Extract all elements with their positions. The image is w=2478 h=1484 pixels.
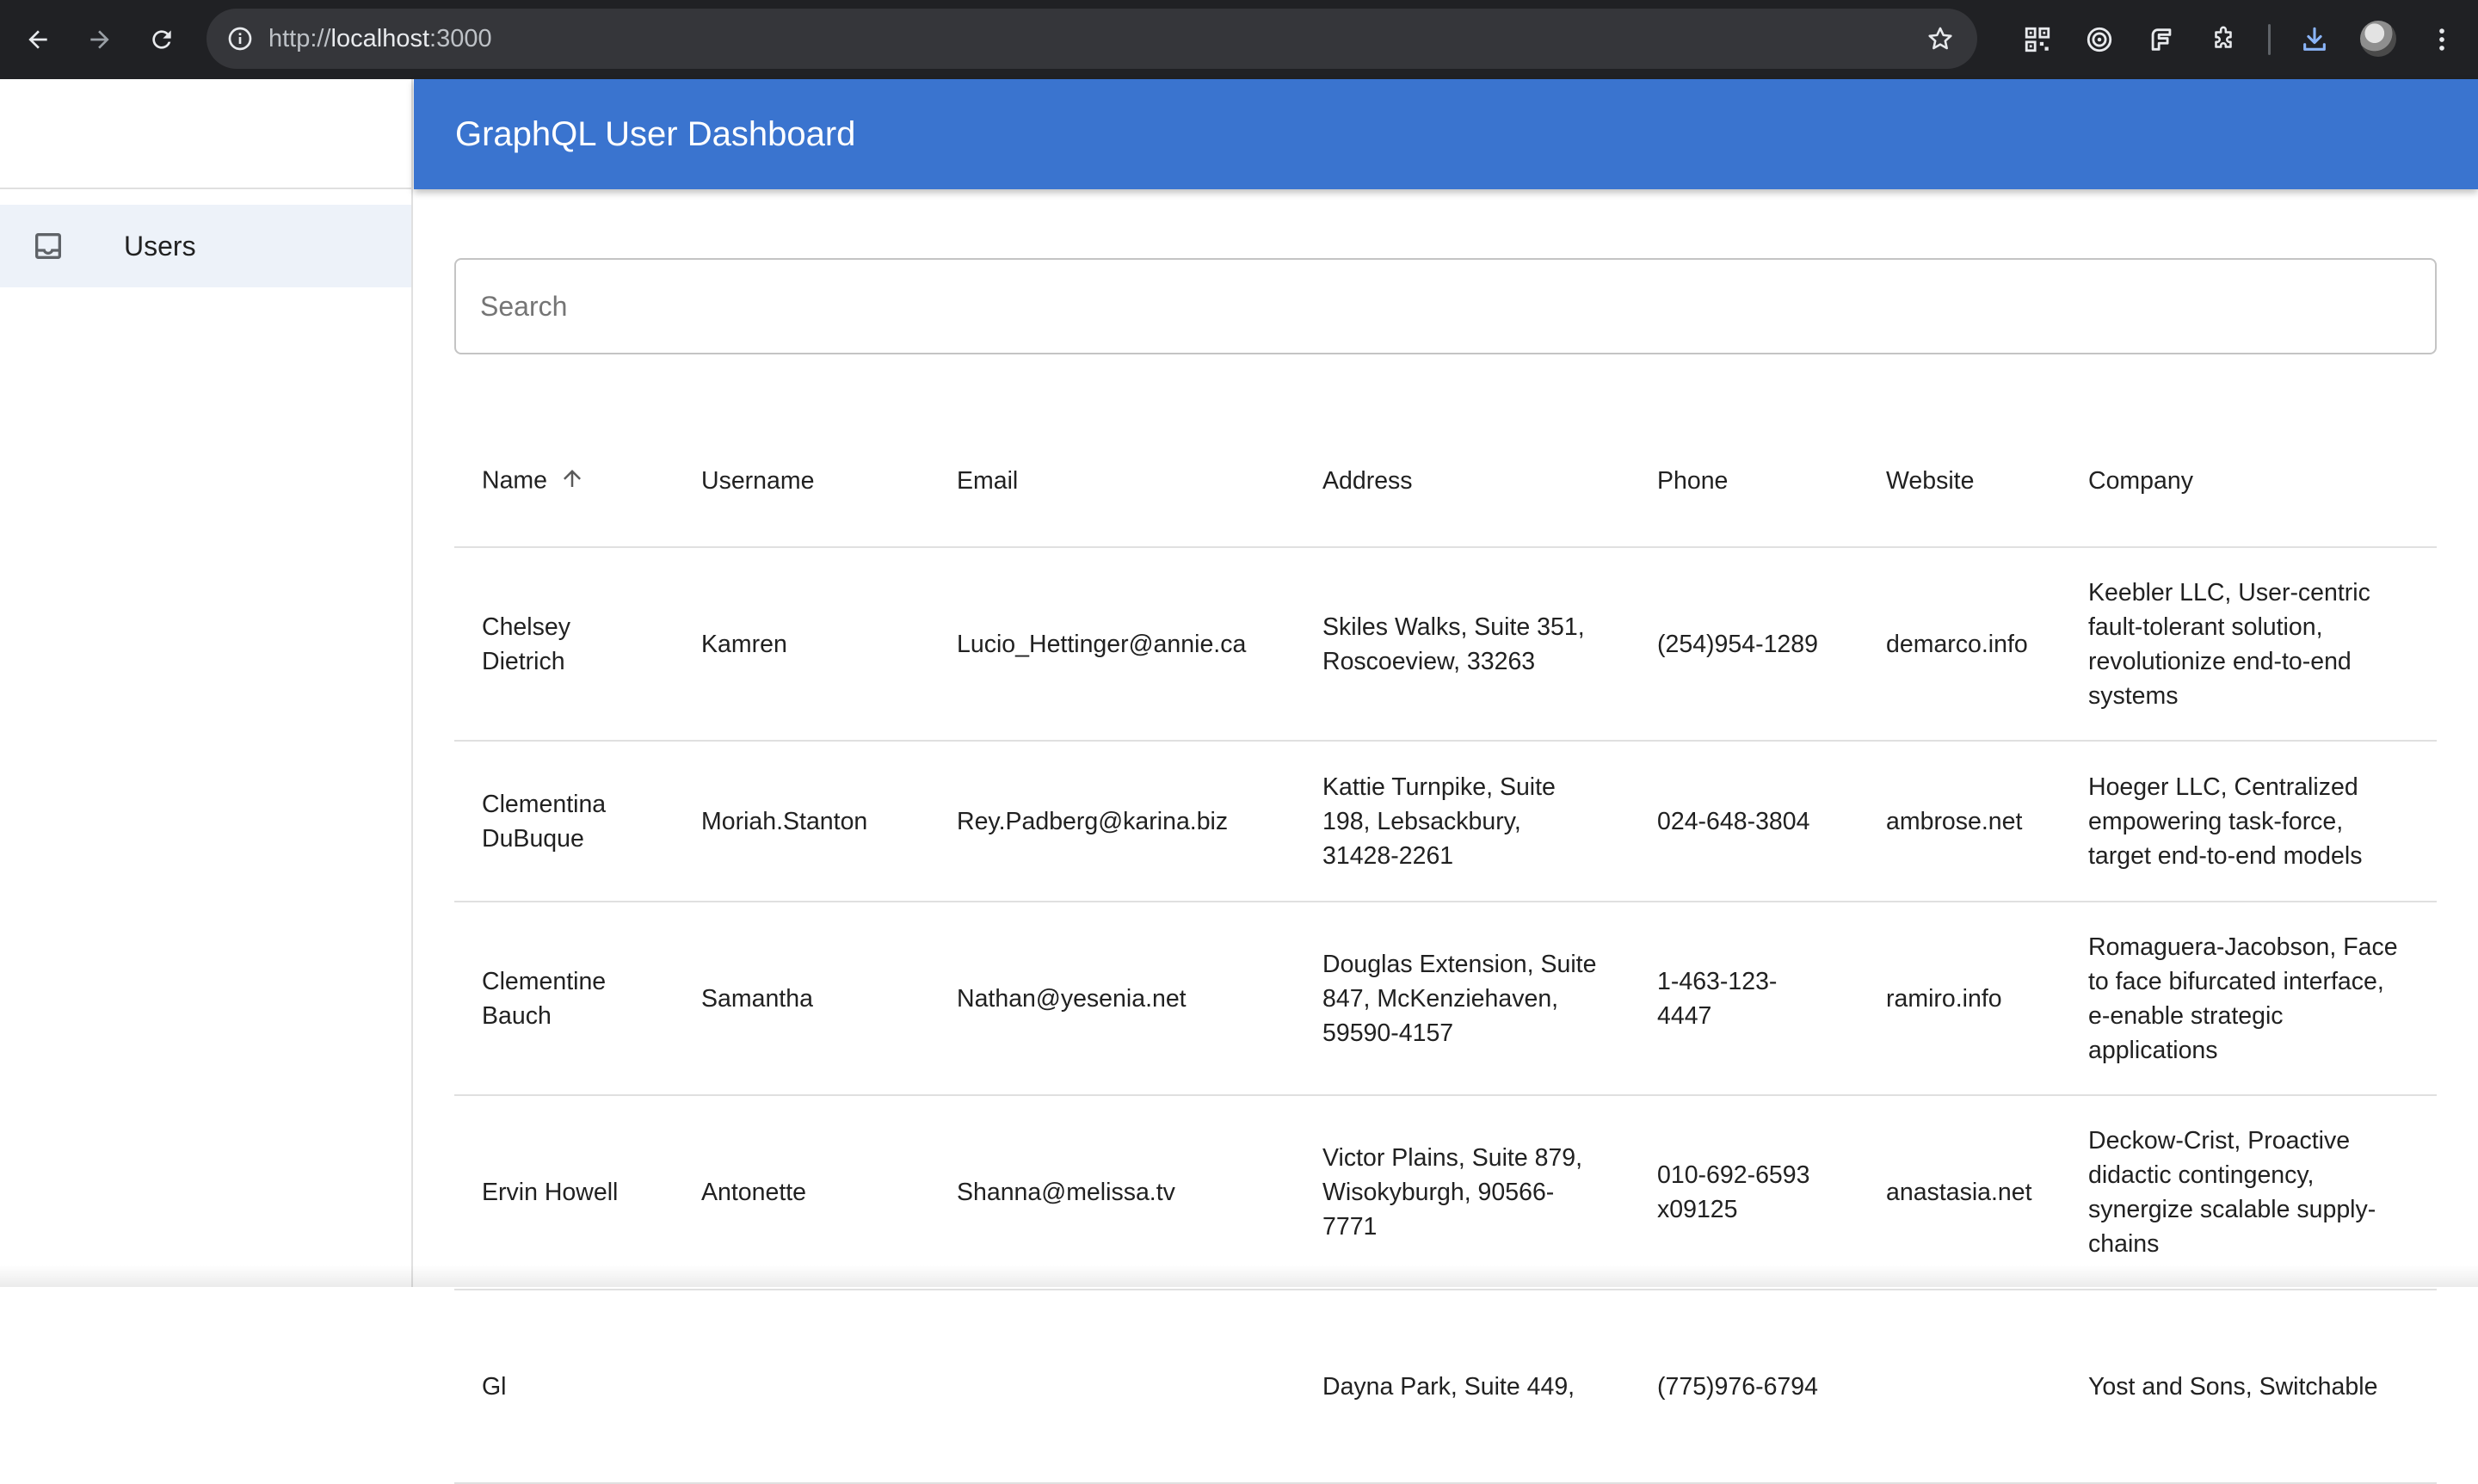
f-extension-icon[interactable]: [2141, 19, 2182, 60]
cell-company: Romaguera-Jacobson, Face to face bifurca…: [2061, 902, 2437, 1096]
url-text: http://localhost:3000: [268, 9, 492, 69]
table-row: Clementine Bauch Samantha Nathan@yesenia…: [454, 902, 2437, 1096]
cell-website: ramiro.info: [1858, 902, 2061, 1096]
cell-name: Ervin Howell: [454, 1095, 674, 1290]
table-row: Gl Dayna Park, Suite 449, (775)976-6794 …: [454, 1290, 2437, 1484]
cell-phone: 1-463-123-4447: [1630, 902, 1858, 1096]
sidebar-header: [0, 79, 411, 189]
users-table-container: Name Username Email Address Phone Websit…: [454, 416, 2437, 1484]
search-input[interactable]: [456, 260, 2435, 353]
table-row: Clementina DuBuque Moriah.Stanton Rey.Pa…: [454, 741, 2437, 902]
cell-name: Gl: [454, 1290, 674, 1484]
sort-arrow-up-icon[interactable]: [559, 465, 585, 498]
site-info-icon[interactable]: [220, 19, 260, 58]
url-port: :3000: [429, 25, 492, 52]
download-icon[interactable]: [2294, 19, 2335, 60]
cell-website: demarco.info: [1858, 547, 2061, 742]
profile-avatar[interactable]: [2360, 21, 2396, 57]
forward-button[interactable]: [77, 17, 122, 62]
cell-website: ambrose.net: [1858, 741, 2061, 902]
column-header-phone[interactable]: Phone: [1630, 416, 1858, 548]
sidebar-item-users[interactable]: Users: [0, 205, 411, 287]
page: Users GraphQL User Dashboard Name Userna…: [0, 79, 2478, 1484]
cell-name: Clementina DuBuque: [454, 741, 674, 902]
cell-address: Kattie Turnpike, Suite 198, Lebsackbury,…: [1295, 741, 1630, 902]
cell-phone: 024-648-3804: [1630, 741, 1858, 902]
cell-email: Nathan@yesenia.net: [929, 902, 1295, 1096]
inbox-icon: [31, 229, 65, 263]
browser-toolbar: http://localhost:3000: [0, 0, 2478, 79]
sidebar-item-label: Users: [124, 230, 196, 262]
column-header-email[interactable]: Email: [929, 416, 1295, 548]
column-header-website[interactable]: Website: [1858, 416, 2061, 548]
forward-arrow-icon: [90, 30, 109, 49]
cell-website: [1858, 1290, 2061, 1484]
cell-address: Dayna Park, Suite 449,: [1295, 1290, 1630, 1484]
puzzle-extensions-icon[interactable]: [2203, 19, 2244, 60]
cell-username: [674, 1290, 929, 1484]
back-button[interactable]: [15, 17, 60, 62]
cell-name: Chelsey Dietrich: [454, 547, 674, 742]
cell-username: Antonette: [674, 1095, 929, 1290]
cell-email: Lucio_Hettinger@annie.ca: [929, 547, 1295, 742]
cell-email: Rey.Padberg@karina.biz: [929, 741, 1295, 902]
qr-code-icon[interactable]: [2017, 19, 2058, 60]
cell-name: Clementine Bauch: [454, 902, 674, 1096]
cell-email: Shanna@melissa.tv: [929, 1095, 1295, 1290]
users-table: Name Username Email Address Phone Websit…: [454, 416, 2437, 1484]
url-scheme: http://: [268, 25, 331, 52]
cell-address: Victor Plains, Suite 879, Wisokyburgh, 9…: [1295, 1095, 1630, 1290]
page-title: GraphQL User Dashboard: [455, 115, 856, 153]
column-header-username[interactable]: Username: [674, 416, 929, 548]
table-row: Ervin Howell Antonette Shanna@melissa.tv…: [454, 1095, 2437, 1290]
target-extension-icon[interactable]: [2079, 19, 2120, 60]
column-header-company[interactable]: Company: [2061, 416, 2437, 548]
app-bar: GraphQL User Dashboard: [414, 79, 2478, 189]
table-row: Chelsey Dietrich Kamren Lucio_Hettinger@…: [454, 547, 2437, 742]
column-header-label: Name: [482, 466, 548, 495]
column-header-name[interactable]: Name: [454, 416, 674, 548]
header-row: Name Username Email Address Phone Websit…: [454, 416, 2437, 548]
cell-username: Samantha: [674, 902, 929, 1096]
cell-phone: (775)976-6794: [1630, 1290, 1858, 1484]
back-arrow-icon: [28, 30, 47, 49]
cell-username: Kamren: [674, 547, 929, 742]
column-header-address[interactable]: Address: [1295, 416, 1630, 548]
cell-website: anastasia.net: [1858, 1095, 2061, 1290]
cell-company: Hoeger LLC, Centralized empowering task-…: [2061, 741, 2437, 902]
cell-company: Deckow-Crist, Proactive didactic conting…: [2061, 1095, 2437, 1290]
cell-company: Keebler LLC, User-centric fault-tolerant…: [2061, 547, 2437, 742]
url-host: localhost: [330, 25, 430, 52]
cell-address: Skiles Walks, Suite 351, Roscoeview, 332…: [1295, 547, 1630, 742]
reload-button[interactable]: [139, 17, 184, 62]
cell-address: Douglas Extension, Suite 847, McKenzieha…: [1295, 902, 1630, 1096]
sidebar: Users: [0, 79, 413, 1287]
cell-username: Moriah.Stanton: [674, 741, 929, 902]
reload-icon: [152, 30, 171, 49]
bookmark-star-icon[interactable]: [1922, 21, 1958, 57]
cell-phone: (254)954-1289: [1630, 547, 1858, 742]
cell-company: Yost and Sons, Switchable: [2061, 1290, 2437, 1484]
cell-email: [929, 1290, 1295, 1484]
cell-phone: 010-692-6593 x09125: [1630, 1095, 1858, 1290]
search-field[interactable]: [454, 258, 2437, 354]
table-header: Name Username Email Address Phone Websit…: [454, 416, 2437, 548]
toolbar-divider: [2268, 24, 2271, 55]
more-vert-icon[interactable]: [2421, 19, 2463, 60]
table-body: Chelsey Dietrich Kamren Lucio_Hettinger@…: [454, 547, 2437, 1484]
address-bar[interactable]: http://localhost:3000: [206, 9, 1977, 69]
